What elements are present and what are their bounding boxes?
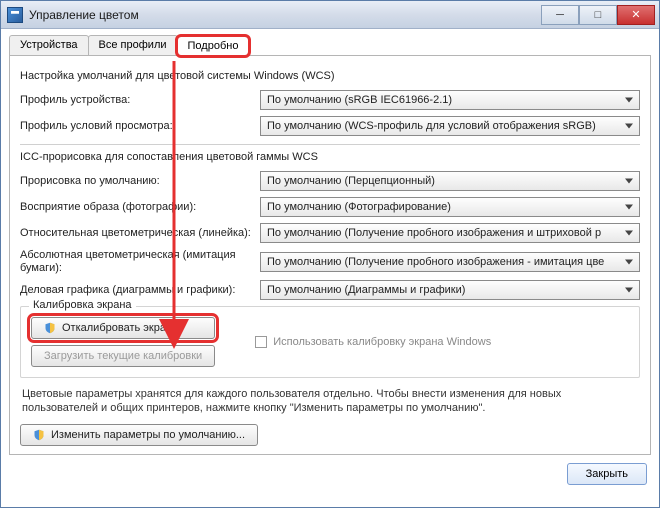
abscolor-dropdown[interactable]: По умолчанию (Получение пробного изображ… [260,252,640,272]
use-windows-calibration-label: Использовать калибровку экрана Windows [273,336,491,348]
row-default-rendering: Прорисовка по умолчанию: По умолчанию (П… [20,171,640,191]
device-profile-label: Профиль устройства: [20,94,260,106]
abscolor-label: Абсолютная цветометрическая (имитация бу… [20,249,260,274]
tab-devices[interactable]: Устройства [9,35,89,55]
change-defaults-button[interactable]: Изменить параметры по умолчанию... [20,424,258,446]
titlebar: Управление цветом ─ □ ✕ [1,1,659,29]
separator [20,144,640,145]
row-photo: Восприятие образа (фотографии): По умолч… [20,197,640,217]
client-area: Устройства Все профили Подробно Настройк… [1,29,659,495]
default-rendering-dropdown[interactable]: По умолчанию (Перцепционный) [260,171,640,191]
defaults-hint: Цветовые параметры хранятся для каждого … [22,388,638,416]
viewing-cond-value: По умолчанию (WCS-профиль для условий от… [267,120,596,132]
calibrate-screen-button[interactable]: Откалибровать экран [31,317,215,339]
wcs-header: Настройка умолчаний для цветовой системы… [20,70,640,82]
photo-value: По умолчанию (Фотографирование) [267,201,451,213]
default-rendering-label: Прорисовка по умолчанию: [20,175,260,187]
relcolor-dropdown[interactable]: По умолчанию (Получение пробного изображ… [260,223,640,243]
calibrate-screen-label: Откалибровать экран [62,322,172,334]
row-device-profile: Профиль устройства: По умолчанию (sRGB I… [20,90,640,110]
row-relcolor: Относительная цветометрическая (линейка)… [20,223,640,243]
window-controls: ─ □ ✕ [541,5,655,25]
app-icon [7,7,23,23]
color-management-window: Управление цветом ─ □ ✕ Устройства Все п… [0,0,660,508]
photo-dropdown[interactable]: По умолчанию (Фотографирование) [260,197,640,217]
business-value: По умолчанию (Диаграммы и графики) [267,284,465,296]
default-rendering-value: По умолчанию (Перцепционный) [267,175,435,187]
checkbox-icon [255,336,267,348]
details-panel: Настройка умолчаний для цветовой системы… [9,56,651,455]
icc-header: ICC-прорисовка для сопоставления цветово… [20,151,640,163]
maximize-button[interactable]: □ [579,5,617,25]
shield-icon [33,429,45,441]
viewing-cond-label: Профиль условий просмотра: [20,120,260,132]
change-defaults-label: Изменить параметры по умолчанию... [51,429,245,441]
close-button[interactable]: Закрыть [567,463,647,485]
minimize-button[interactable]: ─ [541,5,579,25]
close-window-button[interactable]: ✕ [617,5,655,25]
calibration-group: Калибровка экрана Откалибровать экран За… [20,306,640,378]
business-label: Деловая графика (диаграммы и графики): [20,284,260,297]
relcolor-value: По умолчанию (Получение пробного изображ… [267,227,601,239]
tab-bar: Устройства Все профили Подробно [9,35,651,56]
load-current-calibrations-button[interactable]: Загрузить текущие калибровки [31,345,215,367]
abscolor-value: По умолчанию (Получение пробного изображ… [267,256,604,268]
load-current-label: Загрузить текущие калибровки [44,350,202,362]
photo-label: Восприятие образа (фотографии): [20,201,260,213]
row-abscolor: Абсолютная цветометрическая (имитация бу… [20,249,640,274]
tab-all-profiles[interactable]: Все профили [88,35,178,55]
relcolor-label: Относительная цветометрическая (линейка)… [20,227,260,240]
window-title: Управление цветом [29,8,139,22]
row-business: Деловая графика (диаграммы и графики): П… [20,280,640,300]
tab-details[interactable]: Подробно [177,36,250,56]
dialog-footer: Закрыть [9,455,651,487]
viewing-cond-dropdown[interactable]: По умолчанию (WCS-профиль для условий от… [260,116,640,136]
device-profile-dropdown[interactable]: По умолчанию (sRGB IEC61966-2.1) [260,90,640,110]
calibration-group-title: Калибровка экрана [29,299,136,311]
business-dropdown[interactable]: По умолчанию (Диаграммы и графики) [260,280,640,300]
device-profile-value: По умолчанию (sRGB IEC61966-2.1) [267,94,452,106]
row-viewing-conditions: Профиль условий просмотра: По умолчанию … [20,116,640,136]
shield-icon [44,322,56,334]
use-windows-calibration-checkbox[interactable]: Использовать калибровку экрана Windows [255,336,491,348]
